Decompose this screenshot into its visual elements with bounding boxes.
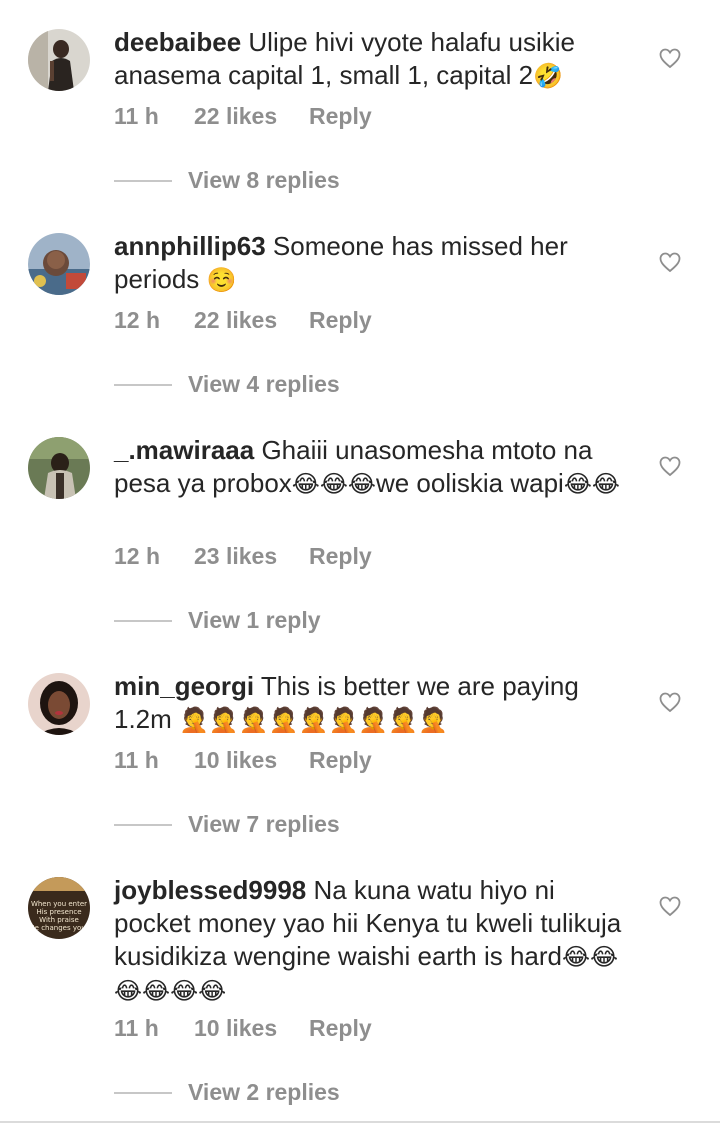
comment-meta: 11 h 22 likes Reply [114, 103, 372, 130]
comment-meta: 11 h 10 likes Reply [114, 747, 372, 774]
view-replies-button[interactable]: View 8 replies [114, 167, 340, 194]
replies-divider [114, 619, 172, 622]
comment-time: 11 h [114, 1015, 159, 1041]
svg-text:He changes your: He changes your [29, 924, 88, 932]
heart-outline-icon[interactable] [658, 454, 682, 478]
view-replies-label: View 4 replies [188, 371, 340, 397]
avatar-image: When you enter His presence With praise … [28, 877, 90, 939]
comment-text: min_georgi This is better we are paying … [114, 670, 634, 737]
replies-divider [114, 383, 172, 386]
comment-emoji: 🤦🤦🤦🤦🤦🤦🤦🤦🤦 [179, 706, 448, 734]
comment-time: 12 h [114, 307, 161, 333]
bottom-divider [0, 1121, 720, 1123]
view-replies-label: View 1 reply [188, 607, 321, 633]
avatar[interactable] [28, 233, 90, 295]
view-replies-button[interactable]: View 4 replies [114, 371, 340, 398]
avatar[interactable]: When you enter His presence With praise … [28, 877, 90, 939]
replies-divider [114, 823, 172, 826]
avatar[interactable] [28, 29, 90, 91]
comment-time: 12 h [114, 543, 161, 569]
comment-meta: 11 h 10 likes Reply [114, 1015, 372, 1042]
replies-divider [114, 1091, 172, 1094]
reply-button[interactable]: Reply [309, 747, 372, 774]
comment-emoji: 🤣 [533, 62, 564, 90]
svg-text:His presence: His presence [36, 908, 81, 916]
avatar[interactable] [28, 437, 90, 499]
comment-username[interactable]: joyblessed9998 [114, 875, 306, 905]
comment-body-continued: we ooliskia wapi [375, 468, 564, 498]
view-replies-button[interactable]: View 1 reply [114, 607, 321, 634]
comment-text: _.mawiraaa Ghaiii unasomesha mtoto na pe… [114, 434, 634, 501]
view-replies-label: View 8 replies [188, 167, 340, 193]
view-replies-label: View 2 replies [188, 1079, 340, 1105]
reply-button[interactable]: Reply [309, 543, 372, 570]
view-replies-button[interactable]: View 2 replies [114, 1079, 340, 1106]
comment-text: annphillip63 Someone has missed her peri… [114, 230, 634, 297]
view-replies-label: View 7 replies [188, 811, 340, 837]
comment-likes[interactable]: 10 likes [194, 747, 309, 774]
heart-outline-icon[interactable] [658, 46, 682, 70]
comment-username[interactable]: _.mawiraaa [114, 435, 254, 465]
heart-outline-icon[interactable] [658, 250, 682, 274]
avatar[interactable] [28, 673, 90, 735]
view-replies-button[interactable]: View 7 replies [114, 811, 340, 838]
comment-time: 11 h [114, 103, 159, 129]
comment-emoji-trailing: 😂😂 [563, 470, 620, 498]
comment-username[interactable]: min_georgi [114, 671, 254, 701]
comment-meta: 12 h 23 likes Reply [114, 543, 372, 570]
reply-button[interactable]: Reply [309, 307, 372, 334]
svg-text:When you enter: When you enter [31, 900, 87, 908]
heart-outline-icon[interactable] [658, 894, 682, 918]
svg-text:With praise: With praise [39, 916, 79, 924]
comment-username[interactable]: deebaibee [114, 27, 241, 57]
comment-likes[interactable]: 22 likes [194, 307, 309, 334]
comment-emoji: 😂😂😂 [291, 470, 376, 498]
comment-text: deebaibee Ulipe hivi vyote halafu usikie… [114, 26, 634, 93]
heart-outline-icon[interactable] [658, 690, 682, 714]
comment-text: joyblessed9998 Na kuna watu hiyo ni pock… [114, 874, 634, 1008]
replies-divider [114, 179, 172, 182]
comment-username[interactable]: annphillip63 [114, 231, 266, 261]
comment-time: 11 h [114, 747, 159, 773]
reply-button[interactable]: Reply [309, 103, 372, 130]
comment-meta: 12 h 22 likes Reply [114, 307, 372, 334]
comment-likes[interactable]: 22 likes [194, 103, 309, 130]
comment-emoji: ☺️ [206, 266, 237, 294]
reply-button[interactable]: Reply [309, 1015, 372, 1042]
comment-likes[interactable]: 10 likes [194, 1015, 309, 1042]
comment-likes[interactable]: 23 likes [194, 543, 309, 570]
